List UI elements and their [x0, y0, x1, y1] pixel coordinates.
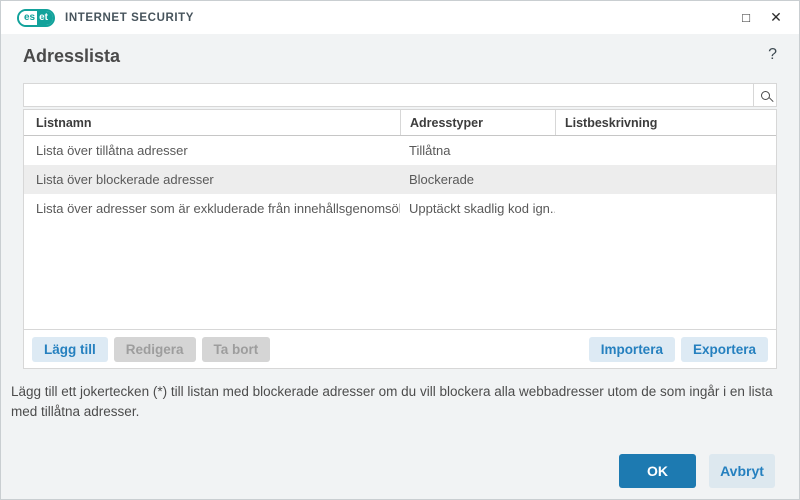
address-list-panel: Listnamn Adresstyper Listbeskrivning Lis… — [23, 109, 777, 369]
cell-type: Upptäckt skadlig kod ign... — [409, 201, 555, 216]
cancel-button[interactable]: Avbryt — [709, 454, 775, 488]
import-button[interactable]: Importera — [588, 336, 675, 362]
cell-description — [555, 165, 776, 194]
table-row[interactable]: Lista över adresser som är exkluderade f… — [24, 194, 776, 223]
eset-settings-window: es et INTERNET SECURITY □ ✕ Adresslista … — [0, 0, 800, 500]
wildcard-note: Lägg till ett jokertecken (*) till lista… — [11, 384, 773, 419]
cell-type: Tillåtna — [409, 143, 451, 158]
window-controls: □ ✕ — [731, 1, 799, 34]
dialog-buttons: OK Avbryt — [619, 454, 775, 488]
search-icon — [760, 90, 770, 100]
export-button[interactable]: Exportera — [680, 336, 768, 362]
cell-name: Lista över blockerade adresser — [36, 172, 214, 187]
cell-description — [555, 194, 776, 223]
cell-description — [555, 136, 776, 165]
edit-actions: Lägg till Redigera Ta bort — [32, 336, 271, 362]
eset-logo-part2: et — [37, 10, 54, 25]
cell-name: Lista över tillåtna adresser — [36, 143, 188, 158]
cell-type: Blockerade — [409, 172, 475, 187]
transfer-actions: Importera Exportera — [588, 336, 768, 362]
help-icon[interactable]: ? — [768, 46, 777, 64]
eset-logo-part1: es — [19, 10, 38, 25]
search-input[interactable] — [24, 84, 753, 106]
product-name: INTERNET SECURITY — [65, 11, 195, 24]
table-header: Listnamn Adresstyper Listbeskrivning — [24, 110, 776, 136]
page-title: Adresslista — [23, 46, 121, 66]
panel-footer: Lägg till Redigera Ta bort Importera Exp… — [24, 329, 776, 368]
table-row[interactable]: Lista över tillåtna adresser Tillåtna — [24, 136, 776, 165]
close-button[interactable]: ✕ — [761, 1, 791, 34]
table-row[interactable]: Lista över blockerade adresser Blockerade — [24, 165, 776, 194]
remove-button[interactable]: Ta bort — [201, 336, 271, 362]
column-header-listnamn[interactable]: Listnamn — [24, 110, 400, 135]
eset-logo-icon: es et — [17, 8, 56, 27]
column-header-listbeskrivning[interactable]: Listbeskrivning — [555, 110, 776, 135]
titlebar: es et INTERNET SECURITY □ ✕ — [1, 1, 799, 34]
maximize-button[interactable]: □ — [731, 1, 761, 34]
column-header-adresstyper[interactable]: Adresstyper — [400, 110, 555, 135]
edit-button[interactable]: Redigera — [113, 336, 196, 362]
content-area: Adresslista ? Listnamn Adresstyper Listb… — [1, 34, 799, 499]
ok-button[interactable]: OK — [619, 454, 696, 488]
add-button[interactable]: Lägg till — [32, 336, 108, 362]
search-button[interactable] — [753, 84, 776, 106]
page-header: Adresslista ? — [23, 46, 777, 70]
table-body: Lista över tillåtna adresser Tillåtna List… — [24, 136, 776, 329]
search-box — [23, 83, 777, 107]
cell-name: Lista över adresser som är exkluderade f… — [36, 201, 400, 216]
